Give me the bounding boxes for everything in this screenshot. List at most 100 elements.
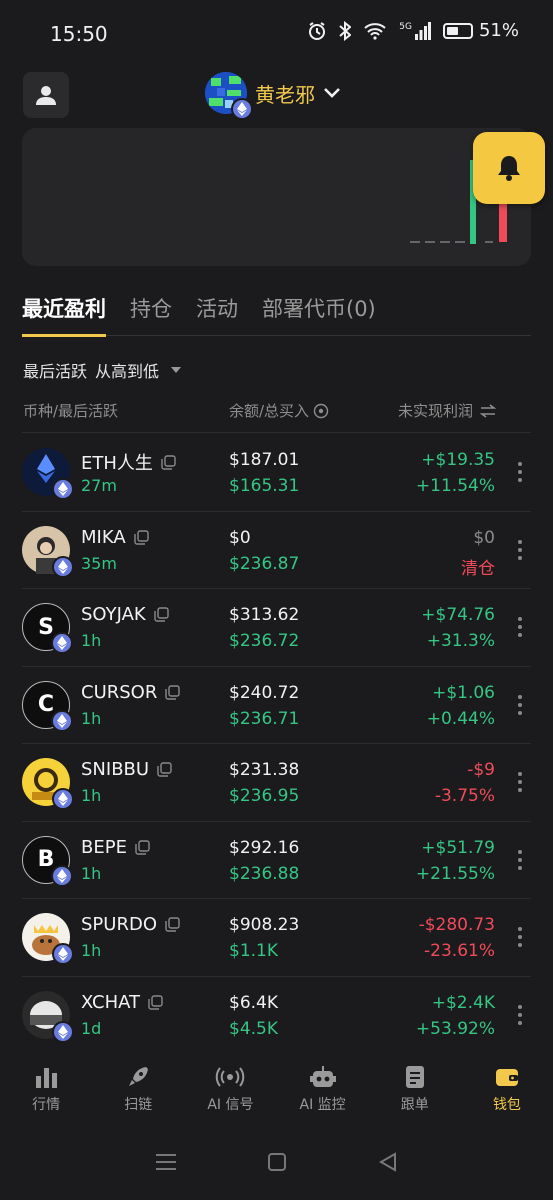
unrealized-pnl-percent: +21.55% bbox=[415, 863, 495, 884]
unrealized-pnl-value: +$51.79 bbox=[421, 837, 495, 858]
unrealized-pnl-value: -$9 bbox=[467, 760, 495, 780]
token-row[interactable]: XCHAT 1d $6.4K $4.5K +$2.4K +53.92% bbox=[22, 977, 531, 1054]
header: 黄老邪 bbox=[0, 70, 553, 120]
total-buy-value: $236.95 bbox=[229, 786, 300, 806]
token-name[interactable]: ETH人生 bbox=[81, 449, 176, 475]
robot-icon bbox=[309, 1064, 336, 1090]
token-name[interactable]: SOYJAK bbox=[81, 604, 169, 625]
token-row[interactable]: B BEPE 1h $292.16 $236.88 +$51.79 +21.55% bbox=[22, 822, 531, 899]
nav-item-5[interactable]: 钱包 bbox=[461, 1050, 553, 1128]
more-options-icon[interactable] bbox=[517, 772, 523, 792]
unrealized-pnl-value: +$74.76 bbox=[421, 605, 495, 625]
profile-button[interactable] bbox=[23, 72, 69, 118]
back-icon[interactable] bbox=[378, 1152, 398, 1176]
copy-icon[interactable] bbox=[148, 994, 163, 1010]
user-icon bbox=[36, 86, 56, 105]
copy-icon[interactable] bbox=[154, 607, 169, 622]
token-row[interactable]: SPURDO 1h $908.23 $1.1K -$280.73 -23.61% bbox=[22, 899, 531, 977]
unrealized-pnl-percent: +53.92% bbox=[415, 1018, 495, 1039]
network-type: 5G bbox=[399, 21, 412, 32]
balance-value: $187.01 bbox=[229, 450, 300, 470]
total-buy-value: $236.72 bbox=[229, 631, 300, 651]
balance-value: $292.16 bbox=[229, 837, 300, 858]
token-name[interactable]: SNIBBU bbox=[81, 759, 172, 780]
token-icon bbox=[22, 990, 74, 1043]
sort-field: 最后活跃 bbox=[23, 362, 88, 381]
home-icon[interactable] bbox=[267, 1152, 287, 1176]
nav-label: AI 信号 bbox=[207, 1097, 254, 1113]
last-active-time: 35m bbox=[81, 553, 117, 573]
total-buy-value: $236.88 bbox=[229, 863, 300, 884]
ethereum-icon bbox=[51, 709, 73, 732]
battery-text: 51% bbox=[478, 20, 519, 41]
unrealized-pnl-percent: +0.44% bbox=[426, 708, 495, 729]
token-row[interactable]: C CURSOR 1h $240.72 $236.71 +$1.06 +0.44% bbox=[22, 667, 531, 744]
tab-deployed-tokens[interactable]: 部署代币(0) bbox=[262, 292, 376, 336]
token-icon bbox=[22, 913, 74, 965]
target-icon bbox=[313, 403, 329, 418]
more-options-icon[interactable] bbox=[517, 462, 523, 482]
token-row[interactable]: S SOYJAK 1h $313.62 $236.72 +$74.76 +31.3% bbox=[22, 589, 531, 667]
nav-item-0[interactable]: 行情 bbox=[0, 1050, 92, 1128]
token-icon bbox=[22, 448, 74, 500]
last-active-time: 1h bbox=[81, 708, 102, 728]
rocket-icon bbox=[126, 1064, 150, 1090]
more-options-icon[interactable] bbox=[517, 849, 523, 870]
ethereum-icon bbox=[231, 98, 253, 120]
nav-item-2[interactable]: AI 信号 bbox=[184, 1050, 276, 1128]
column-balance[interactable]: 余额/总买入 bbox=[229, 400, 329, 421]
copy-icon[interactable] bbox=[133, 529, 149, 545]
total-buy-value: $4.5K bbox=[229, 1018, 278, 1039]
more-options-icon[interactable] bbox=[517, 539, 523, 560]
tab-holdings[interactable]: 持仓 bbox=[130, 292, 172, 336]
alarm-icon bbox=[307, 21, 327, 41]
divider bbox=[22, 432, 531, 433]
nav-label: 钱包 bbox=[492, 1097, 521, 1113]
token-icon bbox=[22, 758, 74, 810]
copy-icon[interactable] bbox=[157, 762, 172, 777]
sort-selector[interactable]: 最后活跃 从高到低 bbox=[23, 358, 182, 382]
last-active-time: 1d bbox=[81, 1018, 102, 1038]
token-name[interactable]: BEPE bbox=[81, 837, 150, 858]
tab-recent-profit[interactable]: 最近盈利 bbox=[22, 292, 106, 337]
account-name: 黄老邪 bbox=[255, 82, 315, 107]
token-name[interactable]: XCHAT bbox=[81, 992, 163, 1013]
copy-icon[interactable] bbox=[161, 454, 176, 470]
token-name[interactable]: MIKA bbox=[81, 527, 149, 548]
account-switcher[interactable]: 黄老邪 bbox=[205, 72, 341, 120]
unrealized-pnl-percent: +11.54% bbox=[415, 476, 495, 496]
ethereum-icon bbox=[51, 864, 73, 887]
nav-item-3[interactable]: AI 监控 bbox=[277, 1050, 369, 1128]
more-options-icon[interactable] bbox=[517, 694, 523, 715]
more-options-icon[interactable] bbox=[517, 617, 523, 637]
token-row[interactable]: SNIBBU 1h $231.38 $236.95 -$9 -3.75% bbox=[22, 744, 531, 822]
token-row[interactable]: MIKA 35m $0 $236.87 $0 清仓 bbox=[22, 512, 531, 589]
balance-value: $231.38 bbox=[229, 760, 300, 780]
more-options-icon[interactable] bbox=[517, 1004, 523, 1025]
copy-icon[interactable] bbox=[165, 917, 180, 932]
more-options-icon[interactable] bbox=[517, 927, 523, 947]
unrealized-pnl-value: -$280.73 bbox=[418, 915, 495, 935]
token-name[interactable]: CURSOR bbox=[81, 682, 181, 703]
column-unrealized-pnl[interactable]: 未实现利润 bbox=[398, 400, 497, 421]
token-name[interactable]: SPURDO bbox=[81, 914, 180, 935]
status-time: 15:50 bbox=[50, 22, 108, 46]
bell-icon bbox=[498, 156, 520, 181]
ethereum-icon bbox=[52, 1020, 74, 1043]
last-active-time: 1h bbox=[81, 941, 102, 960]
notification-bell-button[interactable] bbox=[473, 132, 545, 204]
menu-icon[interactable] bbox=[155, 1152, 177, 1176]
nav-item-4[interactable]: 跟单 bbox=[369, 1050, 461, 1128]
copy-icon[interactable] bbox=[165, 684, 181, 700]
token-name-text: SPURDO bbox=[81, 914, 157, 935]
token-name-text: SNIBBU bbox=[81, 759, 150, 780]
nav-item-1[interactable]: 扫链 bbox=[92, 1050, 184, 1128]
token-icon: S bbox=[22, 603, 73, 654]
tab-activity[interactable]: 活动 bbox=[196, 292, 238, 336]
last-active-time: 27m bbox=[81, 476, 117, 495]
copy-icon[interactable] bbox=[135, 839, 150, 855]
caret-down-icon bbox=[171, 367, 182, 373]
token-list: ETH人生 27m $187.01 $165.31 +$19.35 +11.54% MIKA… bbox=[0, 434, 553, 1054]
signal-icon bbox=[215, 1064, 245, 1090]
token-row[interactable]: ETH人生 27m $187.01 $165.31 +$19.35 +11.54% bbox=[22, 434, 531, 512]
